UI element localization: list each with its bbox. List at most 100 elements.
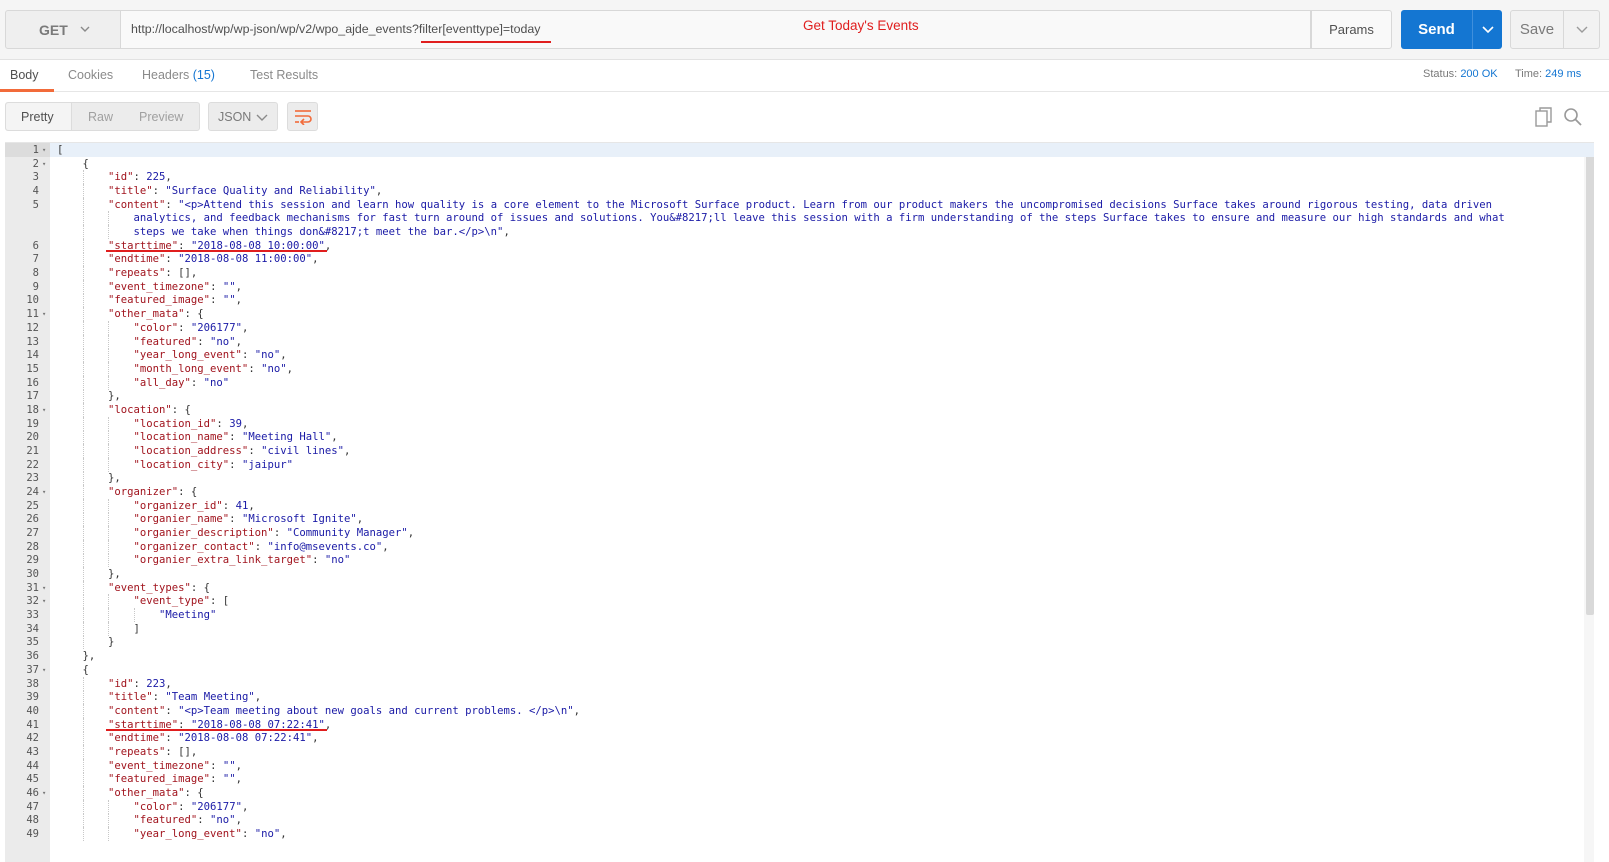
fold-toggle-icon[interactable]: ▾ — [42, 581, 46, 595]
json-key: "organier_description" — [133, 527, 274, 540]
code-text: analytics, and feedback mechanisms for f… — [134, 211, 1505, 225]
line-number: 10 — [26, 294, 39, 307]
fold-toggle-icon[interactable]: ▾ — [42, 786, 46, 800]
save-button[interactable]: Save — [1510, 10, 1564, 49]
code-line: 40 "content": "<p>Team meeting about new … — [5, 703, 1594, 718]
json-key: "year_long_event" — [133, 828, 242, 840]
wrap-lines-icon — [295, 110, 312, 125]
tab-body[interactable]: Body — [10, 68, 39, 82]
json-punctuation: , — [165, 171, 172, 184]
line-number: 18 — [26, 403, 39, 416]
tab-test-results[interactable]: Test Results — [250, 68, 318, 82]
chevron-down-icon — [1576, 26, 1588, 33]
json-punctuation: , — [382, 540, 389, 553]
mode-raw[interactable]: Raw — [88, 110, 113, 124]
indent-guide — [108, 443, 109, 458]
fold-toggle-icon[interactable]: ▾ — [42, 307, 46, 321]
code-line: 28 "organizer_contact": "info@msevents.co… — [5, 539, 1594, 554]
indent-guide — [108, 553, 109, 568]
fold-toggle-icon[interactable]: ▾ — [42, 143, 46, 157]
code-line: 35} — [5, 635, 1594, 650]
json-value: "206177" — [190, 321, 242, 334]
copy-icon[interactable] — [1535, 107, 1553, 127]
line-number: 16 — [26, 376, 39, 389]
fold-toggle-icon[interactable]: ▾ — [42, 485, 46, 499]
indent-guide — [82, 279, 84, 294]
indent-guide — [82, 772, 84, 787]
json-value: steps we take when things don&#8217;t me… — [133, 226, 504, 239]
indent-guide — [82, 594, 84, 609]
line-number: 14 — [26, 349, 39, 362]
line-number: 32 — [26, 595, 39, 608]
fold-toggle-icon[interactable]: ▾ — [42, 594, 46, 608]
indent-guide — [82, 799, 84, 814]
line-number: 49 — [26, 828, 39, 840]
save-dropdown-button[interactable] — [1564, 10, 1600, 49]
code-line: 3 "id": 225, — [5, 170, 1594, 185]
code-line: 5 "content": "<p>Attend this session and … — [5, 197, 1594, 212]
code-line: 42 "endtime": "2018-08-08 07:22:41", — [5, 731, 1594, 746]
indent-guide — [108, 827, 109, 841]
json-punctuation: , — [331, 431, 338, 444]
json-punctuation: : — [248, 362, 262, 375]
indent-guide — [82, 567, 84, 582]
code-line: 12 "color": "206177", — [5, 320, 1594, 335]
chevron-down-icon — [1482, 26, 1494, 34]
response-body-editor[interactable]: 1 ▾[2 ▾{3 "id": 225, 4 "title": "Surface Qual… — [5, 142, 1594, 862]
json-value: "Community Manager" — [286, 527, 408, 540]
tab-headers[interactable]: Headers (15) — [142, 68, 215, 82]
json-key: "featured" — [133, 335, 198, 348]
json-value: analytics, and feedback mechanisms for f… — [133, 212, 1505, 225]
json-punctuation: : — [178, 800, 191, 813]
method-select[interactable]: GET — [5, 10, 121, 49]
json-punctuation: : { — [184, 308, 204, 321]
fold-toggle-icon[interactable]: ▾ — [42, 403, 46, 417]
code-text: "content": "<p>Attend this session and l… — [108, 198, 1492, 212]
indent-guide — [82, 252, 84, 267]
line-number: 17 — [26, 390, 39, 403]
json-key: "endtime" — [108, 732, 166, 745]
json-key: "featured_image" — [108, 773, 211, 786]
fold-toggle-icon[interactable]: ▾ — [42, 157, 46, 171]
json-punctuation: , — [235, 294, 242, 307]
line-number: 7 — [32, 253, 39, 266]
mode-preview[interactable]: Preview — [139, 110, 183, 124]
fold-toggle-icon[interactable]: ▾ — [42, 663, 46, 677]
line-number: 27 — [26, 527, 39, 540]
view-toolbar: Pretty Raw Preview JSON — [0, 92, 1609, 142]
json-value: "jaipur" — [241, 458, 293, 471]
json-punctuation: : [], — [165, 267, 198, 280]
send-dropdown-button[interactable] — [1472, 10, 1502, 49]
json-key: "other_mata" — [108, 786, 185, 799]
json-punctuation: }, — [82, 650, 96, 663]
annotation-label: Get Today's Events — [803, 18, 919, 33]
code-text: "location_name": "Meeting Hall", — [134, 430, 338, 444]
json-key: "content" — [108, 704, 166, 717]
search-icon[interactable] — [1563, 107, 1583, 127]
format-select[interactable]: JSON — [208, 102, 278, 131]
url-input[interactable]: http://localhost/wp/wp-json/wp/v2/wpo_aj… — [121, 10, 1311, 49]
json-punctuation: , — [248, 499, 255, 512]
json-punctuation: : { — [184, 786, 204, 799]
json-punctuation: , — [375, 185, 383, 198]
mode-pretty[interactable]: Pretty — [21, 110, 54, 124]
line-number: 5 — [32, 198, 39, 211]
params-button[interactable]: Params — [1311, 10, 1392, 49]
wrap-lines-button[interactable] — [287, 102, 318, 131]
json-punctuation: }, — [108, 472, 121, 485]
json-value: "" — [222, 280, 236, 293]
code-text: "content": "<p>Team meeting about new go… — [108, 704, 580, 718]
headers-count: (15) — [192, 68, 215, 82]
send-button[interactable]: Send — [1401, 10, 1472, 49]
json-punctuation: : — [229, 431, 242, 444]
line-number: 15 — [26, 362, 39, 375]
json-punctuation: , — [235, 759, 242, 772]
line-number: 38 — [26, 677, 39, 690]
tab-cookies[interactable]: Cookies — [68, 68, 113, 82]
code-line: 26 "organier_name": "Microsoft Ignite", — [5, 512, 1594, 527]
code-text: "organier_description": "Community Manag… — [134, 526, 415, 540]
line-number: 12 — [26, 321, 39, 334]
line-number: 26 — [26, 513, 39, 526]
json-key: "event_timezone" — [108, 280, 211, 293]
url-highlight-underline — [421, 41, 551, 43]
